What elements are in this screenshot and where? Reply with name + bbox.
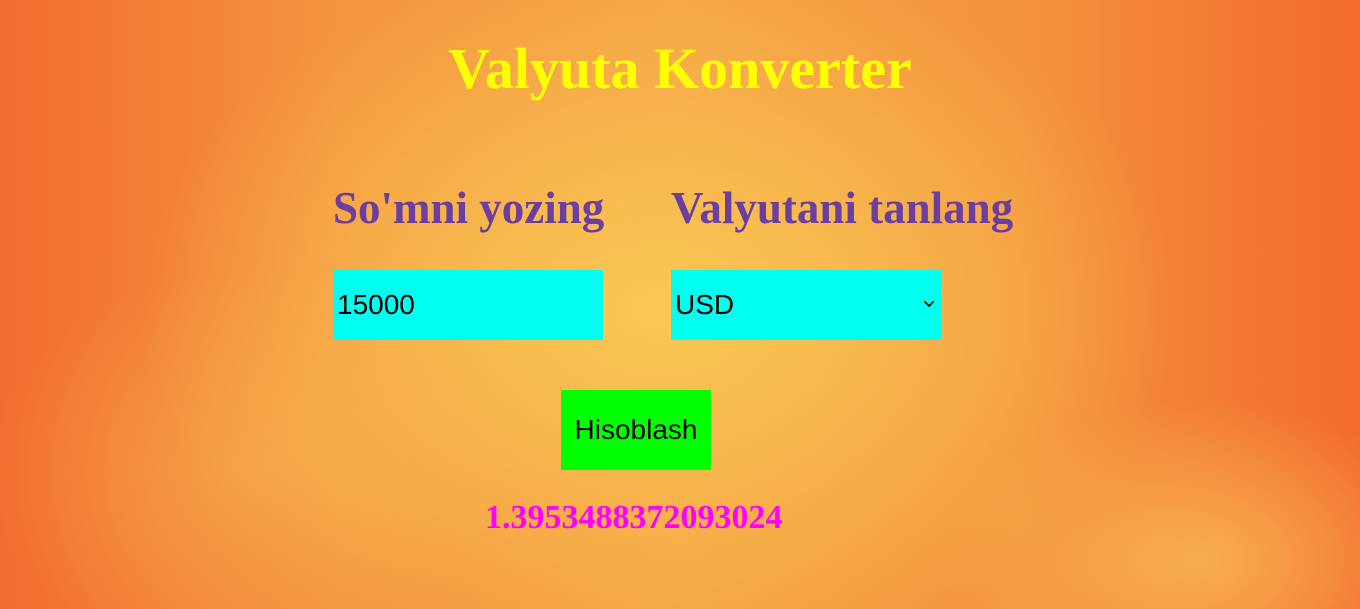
amount-label: So'mni yozing [333,183,605,233]
amount-input[interactable] [333,270,603,340]
calculate-button[interactable]: Hisoblash [561,390,711,470]
page-title: Valyuta Konverter [448,36,912,101]
result-value: 1.3953488372093024 [485,499,783,536]
currency-select[interactable]: USD [671,270,941,340]
currency-label: Valyutani tanlang [671,183,1014,233]
chevron-down-icon [924,301,934,307]
currency-selected-value: USD [675,289,735,320]
